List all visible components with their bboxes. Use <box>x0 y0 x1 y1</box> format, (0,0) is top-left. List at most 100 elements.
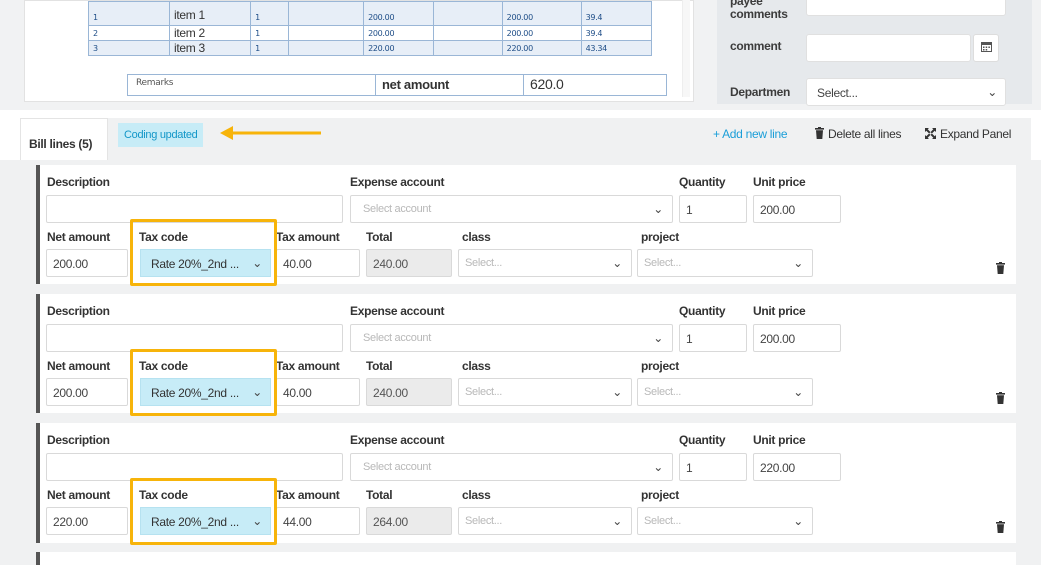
class-select[interactable]: Select... ⌄ <box>458 378 632 406</box>
description-input[interactable] <box>46 324 343 352</box>
tab-bill-lines[interactable]: Bill lines (5) <box>20 118 108 160</box>
tax-code-highlight <box>130 478 277 545</box>
cell-net: 200.00 <box>501 1 582 26</box>
chevron-down-icon: ⌄ <box>793 385 803 399</box>
description-label: Description <box>47 304 110 318</box>
tax-code-highlight <box>130 219 277 286</box>
expense-account-placeholder: Select account <box>363 461 431 473</box>
quantity-label: Quantity <box>679 175 726 189</box>
class-placeholder: Select... <box>465 515 503 527</box>
tax-amount-input[interactable]: 44.00 <box>276 507 360 535</box>
tax-amount-label: Tax amount <box>276 230 340 244</box>
unit-price-input[interactable]: 200.00 <box>753 324 841 352</box>
invoice-preview-area: 1 item 1 1 200.00 200.00 39.4 2 item 2 1… <box>0 0 1041 110</box>
table-row: 1 item 1 1 200.00 200.00 39.4 <box>87 1 653 26</box>
quantity-label: Quantity <box>679 433 726 447</box>
cell-qty: 1 <box>250 40 290 56</box>
project-select[interactable]: Select... ⌄ <box>637 378 813 406</box>
class-label: class <box>462 359 491 373</box>
comment-field[interactable] <box>806 34 971 62</box>
cell-empty <box>433 40 503 56</box>
unit-price-input[interactable]: 220.00 <box>753 453 841 481</box>
net-amount-input[interactable]: 220.00 <box>46 507 128 535</box>
cell-tax: 43.34 <box>580 40 653 56</box>
net-amount-input[interactable]: 200.00 <box>46 378 128 406</box>
description-label: Description <box>47 175 110 189</box>
expense-account-select[interactable]: Select account ⌄ <box>350 195 673 223</box>
net-amount-value: 620.0 <box>523 75 564 95</box>
project-select[interactable]: Select... ⌄ <box>637 249 813 277</box>
total-label: Total <box>366 359 393 373</box>
project-select[interactable]: Select... ⌄ <box>637 507 813 535</box>
cell-item-name: item 2 <box>169 25 252 41</box>
trash-icon[interactable] <box>996 262 1005 277</box>
tax-amount-label: Tax amount <box>276 488 340 502</box>
remarks-box: Remarks net amount 620.0 <box>127 74 667 96</box>
net-amount-label: Net amount <box>47 359 111 373</box>
quantity-input[interactable]: 1 <box>679 453 747 481</box>
expense-account-select[interactable]: Select account ⌄ <box>350 453 673 481</box>
project-placeholder: Select... <box>644 515 682 527</box>
trash-icon[interactable] <box>996 521 1005 536</box>
document-scrollbar[interactable] <box>682 0 690 97</box>
expand-panel-label: Expand Panel <box>940 127 1012 141</box>
cell-empty <box>288 1 365 26</box>
chevron-down-icon: ⌄ <box>612 385 622 399</box>
delete-all-lines-label: Delete all lines <box>828 127 902 141</box>
trash-icon[interactable] <box>996 392 1005 407</box>
total-field: 240.00 <box>366 249 452 277</box>
chevron-down-icon: ⌄ <box>653 202 663 216</box>
cell-empty <box>433 25 503 41</box>
class-select[interactable]: Select... ⌄ <box>458 249 632 277</box>
payee-comments-field[interactable] <box>806 0 1006 16</box>
quantity-input[interactable]: 1 <box>679 324 747 352</box>
net-amount-input[interactable]: 200.00 <box>46 249 128 277</box>
cell-qty: 1 <box>250 25 290 41</box>
comment-label: comment <box>730 39 782 53</box>
department-select-value: Select... <box>817 86 858 100</box>
net-amount-label: net amount <box>375 75 523 95</box>
tax-amount-input[interactable]: 40.00 <box>276 249 360 277</box>
arrow-left-icon <box>220 126 321 140</box>
cell-empty <box>288 25 365 41</box>
chevron-down-icon: ⌄ <box>793 514 803 528</box>
chevron-down-icon: ⌄ <box>612 514 622 528</box>
tax-amount-input[interactable]: 40.00 <box>276 378 360 406</box>
net-amount-label: Net amount <box>47 230 111 244</box>
chevron-down-icon: ⌄ <box>653 460 663 474</box>
class-select[interactable]: Select... ⌄ <box>458 507 632 535</box>
tab-coding-updated[interactable]: Coding updated <box>118 123 204 147</box>
cell-item-name: item 1 <box>169 1 252 26</box>
class-label: class <box>462 230 491 244</box>
cell-qty: 1 <box>250 1 290 26</box>
department-select[interactable]: Select... ⌄ <box>806 78 1006 106</box>
cell-num: 3 <box>87 40 171 56</box>
invoice-document: 1 item 1 1 200.00 200.00 39.4 2 item 2 1… <box>24 0 694 102</box>
add-new-line-button[interactable]: + Add new line <box>713 127 788 141</box>
chevron-down-icon: ⌄ <box>653 331 663 345</box>
expense-account-select[interactable]: Select account ⌄ <box>350 324 673 352</box>
chevron-down-icon: ⌄ <box>987 85 997 99</box>
total-field: 264.00 <box>366 507 452 535</box>
unit-price-label: Unit price <box>753 175 806 189</box>
delete-all-lines-button[interactable]: Delete all lines <box>815 127 902 141</box>
net-amount-label: Net amount <box>47 488 111 502</box>
expense-account-placeholder: Select account <box>363 332 431 344</box>
chevron-down-icon: ⌄ <box>793 256 803 270</box>
quantity-label: Quantity <box>679 304 726 318</box>
project-label: project <box>641 230 679 244</box>
unit-price-input[interactable]: 200.00 <box>753 195 841 223</box>
expense-account-label: Expense account <box>350 433 445 447</box>
payee-comments-label: payee comments <box>730 0 788 21</box>
project-label: project <box>641 359 679 373</box>
cell-item-name: item 3 <box>169 40 252 56</box>
expand-panel-button[interactable]: Expand Panel <box>925 127 1011 141</box>
description-input[interactable] <box>46 453 343 481</box>
unit-price-label: Unit price <box>753 433 806 447</box>
description-label: Description <box>47 433 110 447</box>
cell-price: 200.00 <box>363 1 435 26</box>
total-label: Total <box>366 230 393 244</box>
remarks-label: Remarks <box>136 78 174 88</box>
quantity-input[interactable]: 1 <box>679 195 747 223</box>
calendar-icon[interactable] <box>973 34 999 62</box>
